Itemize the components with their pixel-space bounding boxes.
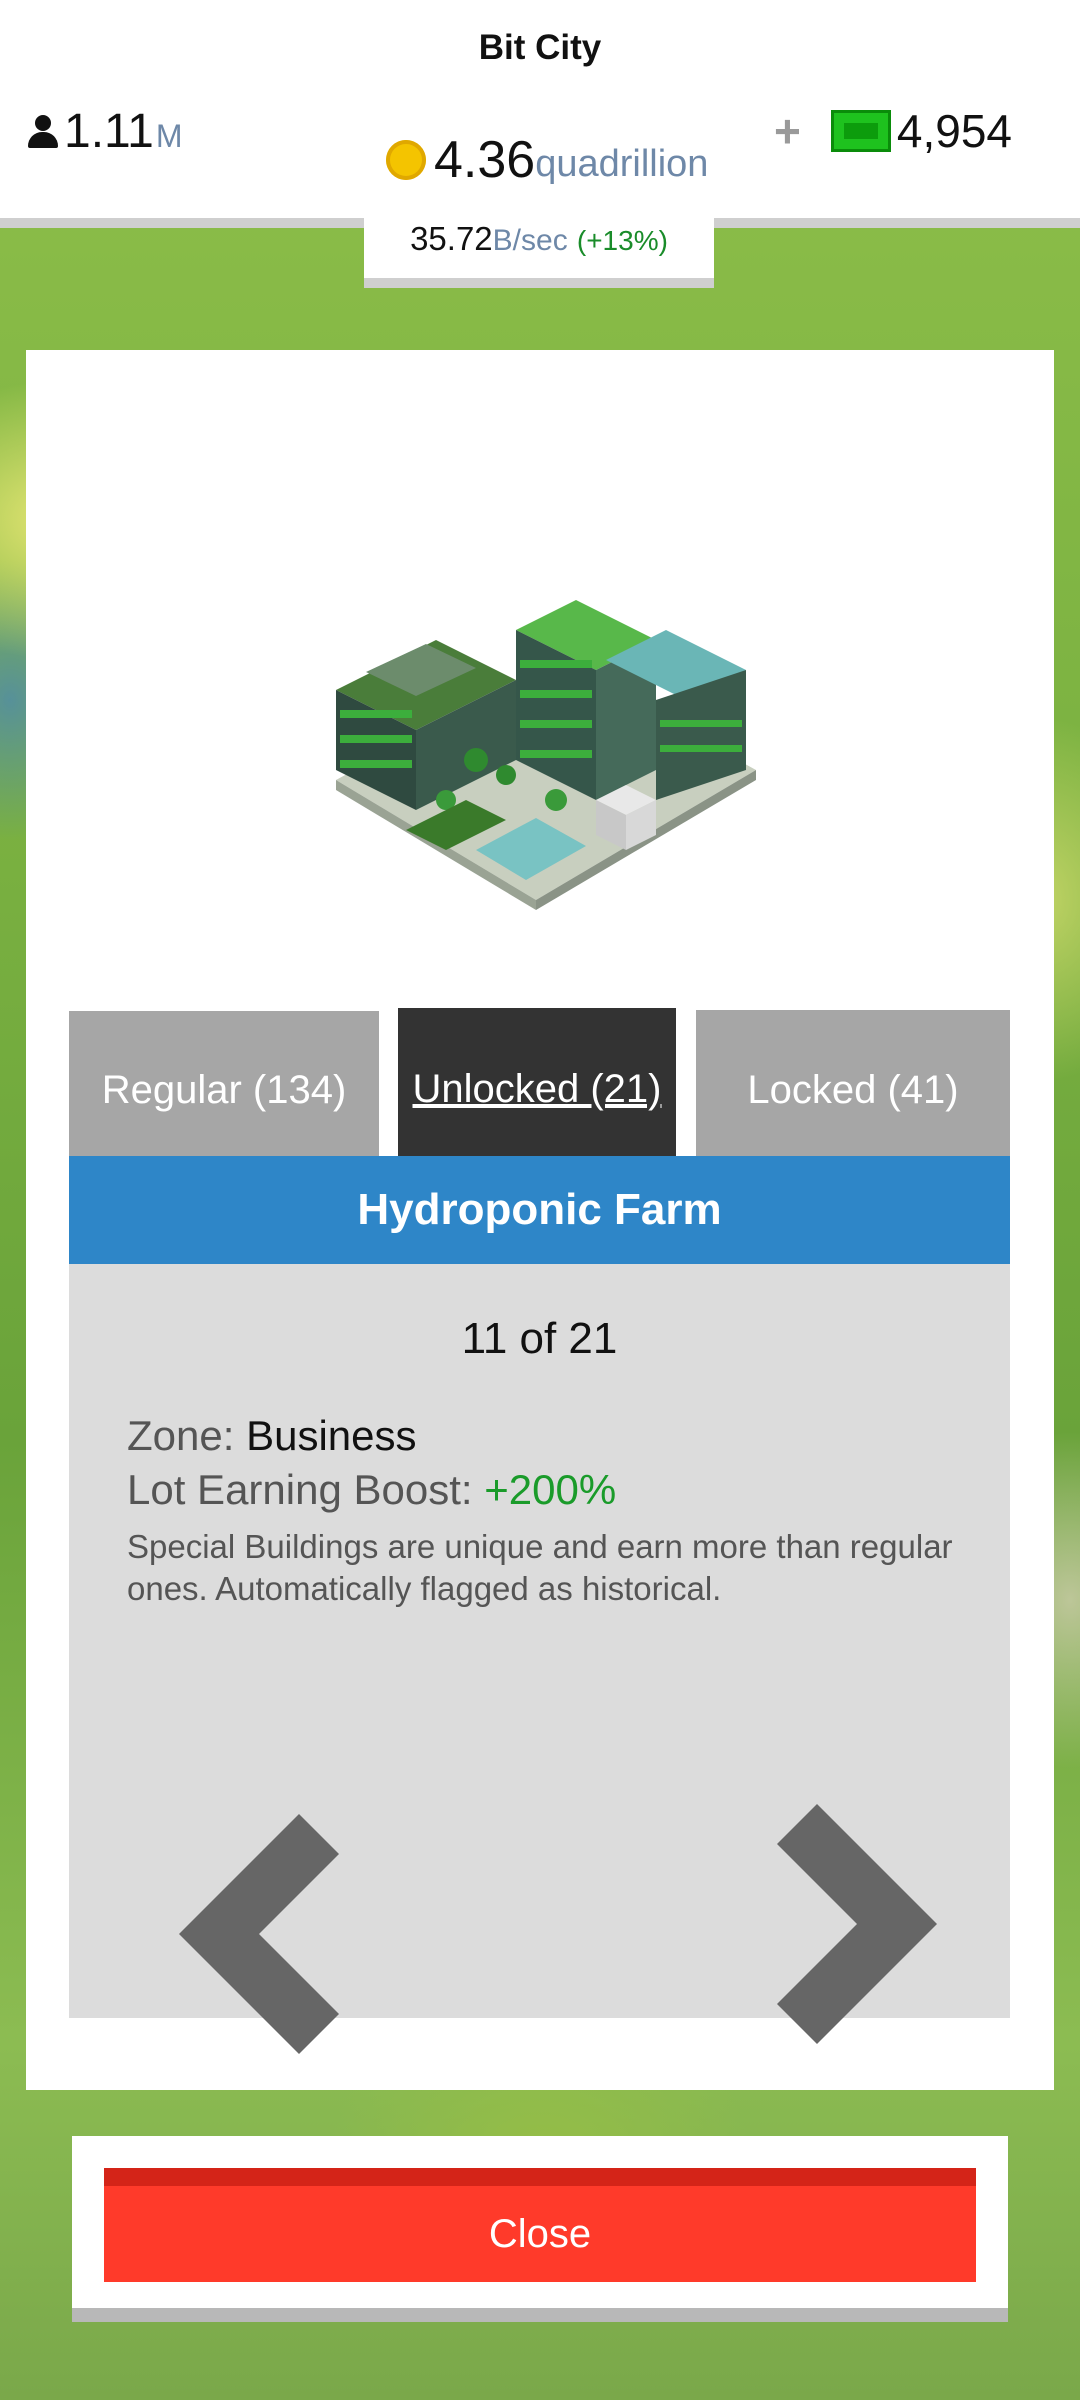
tab-unlocked[interactable]: Unlocked (21) [398,1008,676,1170]
population-value: 1.11 [64,105,154,158]
coins-value: 4.36 [434,131,536,189]
building-dialog: Regular (134) Unlocked (21) Locked (41) … [26,350,1054,2090]
building-details: 11 of 21 Zone: Business Lot Earning Boos… [69,1264,1010,2054]
income-rate: 35.72B/sec (+13%) [364,220,714,258]
building-name: Hydroponic Farm [69,1156,1010,1264]
chevron-left-icon[interactable] [159,1804,339,2064]
rate-unit: B/sec [492,224,568,257]
zone-label: Zone: [127,1412,235,1459]
population-stat: 1.11 M [26,104,183,159]
rate-value: 35.72 [410,220,493,257]
building-description: Special Buildings are unique and earn mo… [127,1528,953,1607]
tab-locked[interactable]: Locked (41) [696,1010,1010,1170]
population-unit: M [155,118,183,154]
chevron-right-icon[interactable] [777,1804,957,2064]
app-title: Bit City [478,28,602,67]
cash-bill-icon [830,110,891,152]
boost-label: Lot Earning Boost: [127,1466,473,1513]
cash-stat: + 4,954 [774,104,1012,158]
zone-row: Zone: Business [127,1412,417,1460]
rate-change: (+13%) [576,225,668,256]
person-icon [26,114,60,149]
close-button[interactable]: Close [104,2168,976,2282]
zone-value: Business [246,1412,417,1459]
cash-value: 4,954 [896,105,1012,157]
close-button-container: Close [72,2136,1008,2322]
tab-regular[interactable]: Regular (134) [69,1011,379,1169]
coins-unit: quadrillion [535,142,709,185]
boost-row: Lot Earning Boost: +200% [127,1466,616,1514]
boost-value: +200% [484,1466,617,1513]
coin-stat: 4.36 quadrillion [386,130,708,190]
building-counter: 11 of 21 [461,1314,618,1363]
add-cash-button[interactable]: + [774,104,801,158]
coin-icon [386,140,426,180]
building-image [336,600,756,910]
